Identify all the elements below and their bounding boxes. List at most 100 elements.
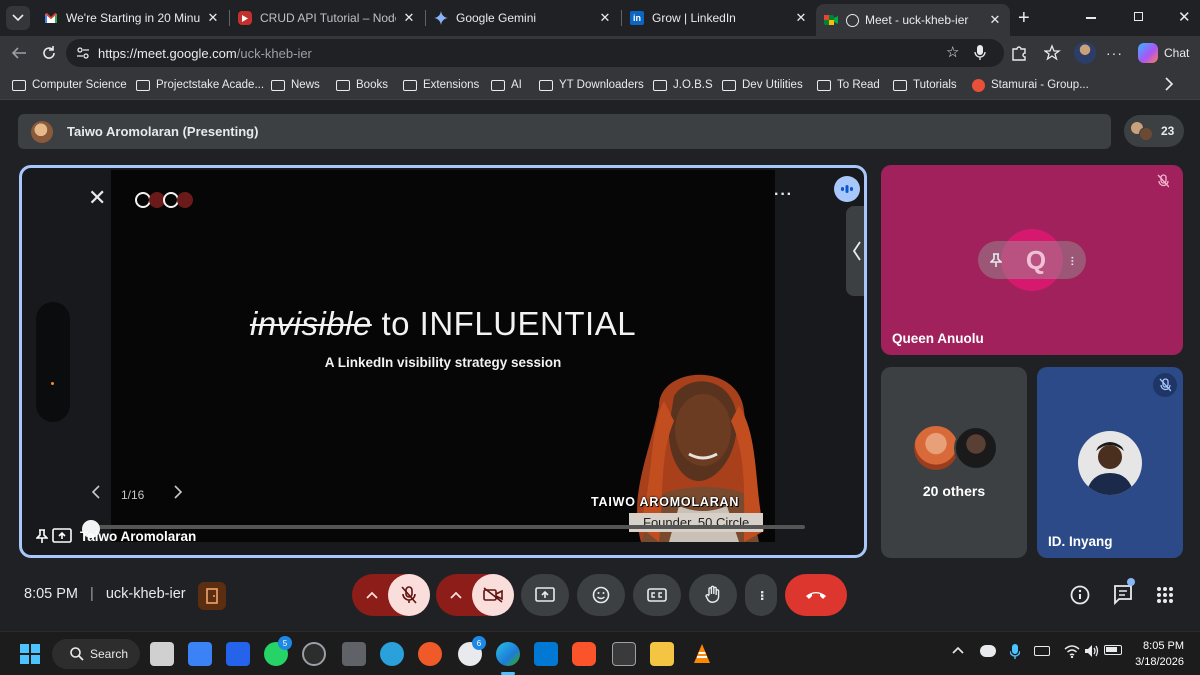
next-slide-icon[interactable] <box>173 485 183 499</box>
slide-progress-track[interactable] <box>91 525 805 529</box>
edge-icon[interactable] <box>496 642 520 666</box>
obs-icon[interactable] <box>302 642 326 666</box>
previous-slide-icon[interactable] <box>91 485 101 499</box>
favorites-icon[interactable] <box>1044 44 1062 62</box>
volume-icon[interactable] <box>1084 644 1100 658</box>
tab-linkedin[interactable]: in Grow | LinkedIn ✕ <box>622 4 816 32</box>
copilot-chat-button[interactable]: Chat <box>1138 43 1189 63</box>
address-bar[interactable]: https://meet.google.com/uck-kheb-ier ☆ <box>66 39 1004 67</box>
participant-tile-inyang[interactable]: ID. Inyang <box>1037 367 1183 558</box>
microphone-toggle[interactable] <box>388 574 430 616</box>
whatsapp-icon[interactable]: 5 <box>264 636 292 666</box>
video-options-button[interactable] <box>436 574 514 616</box>
participants-button[interactable]: 23 <box>1124 115 1184 147</box>
battery-icon[interactable] <box>1104 645 1122 655</box>
microphone-icon[interactable] <box>974 45 986 61</box>
bookmark-folder[interactable]: AI <box>491 76 522 94</box>
bookmark-folder[interactable]: Projectstake Acade... <box>136 76 264 94</box>
bookmark-star-icon[interactable]: ☆ <box>946 45 959 60</box>
close-icon[interactable]: ✕ <box>794 10 808 26</box>
url-text[interactable]: https://meet.google.com/uck-kheb-ier <box>98 46 312 61</box>
chat-icon[interactable] <box>1113 578 1135 606</box>
tray-overflow-icon[interactable] <box>952 646 964 654</box>
camera-app-icon[interactable] <box>342 642 366 666</box>
pin-icon[interactable] <box>990 253 1002 267</box>
profile-avatar[interactable] <box>1074 42 1096 64</box>
bookmark-folder[interactable]: Books <box>336 76 388 94</box>
more-vert-icon: ··· <box>753 590 770 600</box>
reload-icon[interactable] <box>40 44 58 62</box>
postman-icon[interactable] <box>418 642 442 666</box>
taskbar-search[interactable]: Search <box>52 639 140 669</box>
meeting-details-icon[interactable] <box>1070 585 1090 605</box>
bookmark-folder[interactable]: Computer Science <box>12 76 127 94</box>
back-icon[interactable] <box>10 44 28 62</box>
close-icon[interactable]: ✕ <box>88 187 106 209</box>
tray-clock[interactable]: 8:05 PM 3/18/2026 <box>1135 638 1184 670</box>
tab-gmail[interactable]: We're Starting in 20 Minutes | In ✕ <box>36 4 228 32</box>
app-icon[interactable]: 6 <box>458 636 486 666</box>
participant-tile-queen[interactable]: Q ··· Queen Anuolu <box>881 165 1183 355</box>
wifi-icon[interactable] <box>1064 644 1080 658</box>
presentation-stage[interactable]: ✕ invisible to INFLUENTIAL A LinkedIn vi… <box>19 165 867 558</box>
telegram-icon[interactable] <box>380 642 404 666</box>
vlc-icon[interactable] <box>690 642 714 666</box>
close-icon[interactable]: ✕ <box>402 10 416 26</box>
more-options-button[interactable]: ··· <box>745 574 777 616</box>
bookmark-folder[interactable]: J.O.B.S <box>653 76 713 94</box>
presenting-banner[interactable]: Taiwo Aromolaran (Presenting) <box>18 114 1111 149</box>
participant-tile-others[interactable]: 20 others <box>881 367 1027 558</box>
restore-icon[interactable] <box>1134 12 1143 21</box>
more-bookmarks-icon[interactable] <box>1164 77 1174 91</box>
tab-gemini[interactable]: Google Gemini ✕ <box>426 4 620 32</box>
onedrive-icon[interactable] <box>980 645 996 657</box>
bookmark-folder[interactable]: Extensions <box>403 76 479 94</box>
pin-icon[interactable] <box>36 529 48 543</box>
close-icon[interactable]: ✕ <box>598 10 612 26</box>
file-explorer-icon[interactable] <box>650 642 674 666</box>
camera-toggle[interactable] <box>472 574 514 616</box>
folder-icon <box>12 79 26 91</box>
bookmark-folder[interactable]: News <box>271 76 320 94</box>
more-options-icon[interactable]: ··· <box>774 187 793 203</box>
reactions-button[interactable] <box>577 574 625 616</box>
keyboard-icon[interactable] <box>1034 646 1050 656</box>
bookmark-link[interactable]: Stamurai - Group... <box>972 76 1089 94</box>
tab-audio-indicator-icon <box>846 13 859 27</box>
vscode-icon[interactable] <box>534 642 558 666</box>
windows-start-icon[interactable] <box>18 642 42 666</box>
brave-icon[interactable] <box>572 642 596 666</box>
tray-date: 3/18/2026 <box>1135 656 1184 668</box>
microphone-icon[interactable] <box>1010 644 1020 660</box>
new-tab-icon[interactable]: + <box>1018 8 1030 28</box>
raise-hand-button[interactable] <box>689 574 737 616</box>
site-info-icon[interactable] <box>76 46 90 60</box>
bookmark-folder[interactable]: Dev Utilities <box>722 76 803 94</box>
tab-search-button[interactable] <box>6 6 30 30</box>
terminal-icon[interactable] <box>612 642 636 666</box>
more-menu-icon[interactable]: ··· <box>1106 46 1123 60</box>
extensions-icon[interactable] <box>1010 44 1028 62</box>
host-controls-button[interactable] <box>198 582 226 610</box>
stage-participant-name: Taiwo Aromolaran <box>80 529 197 544</box>
tab-meet[interactable]: Meet - uck-kheb-ier ✕ <box>816 4 1010 36</box>
task-view-icon[interactable] <box>150 642 174 666</box>
present-now-button[interactable] <box>521 574 569 616</box>
leave-call-button[interactable] <box>785 574 847 616</box>
activities-icon[interactable] <box>1156 586 1174 604</box>
window-close-icon[interactable]: ✕ <box>1178 8 1191 26</box>
close-icon[interactable]: ✕ <box>988 12 1002 28</box>
todo-app-icon[interactable] <box>226 642 250 666</box>
audio-options-button[interactable] <box>352 574 430 616</box>
minimize-icon[interactable] <box>1086 17 1096 19</box>
bookmark-folder[interactable]: Tutorials <box>893 76 957 94</box>
captions-button[interactable] <box>633 574 681 616</box>
bookmark-folder[interactable]: To Read <box>817 76 880 94</box>
copilot-icon <box>1138 43 1158 63</box>
widgets-icon[interactable] <box>188 642 212 666</box>
close-icon[interactable]: ✕ <box>206 10 220 26</box>
tab-youtube[interactable]: CRUD API Tutorial – Node, Exp ✕ <box>230 4 424 32</box>
bookmark-folder[interactable]: YT Downloaders <box>539 76 644 94</box>
collapse-tiles-button[interactable] <box>846 206 864 296</box>
more-vert-icon[interactable]: ··· <box>1064 255 1081 265</box>
